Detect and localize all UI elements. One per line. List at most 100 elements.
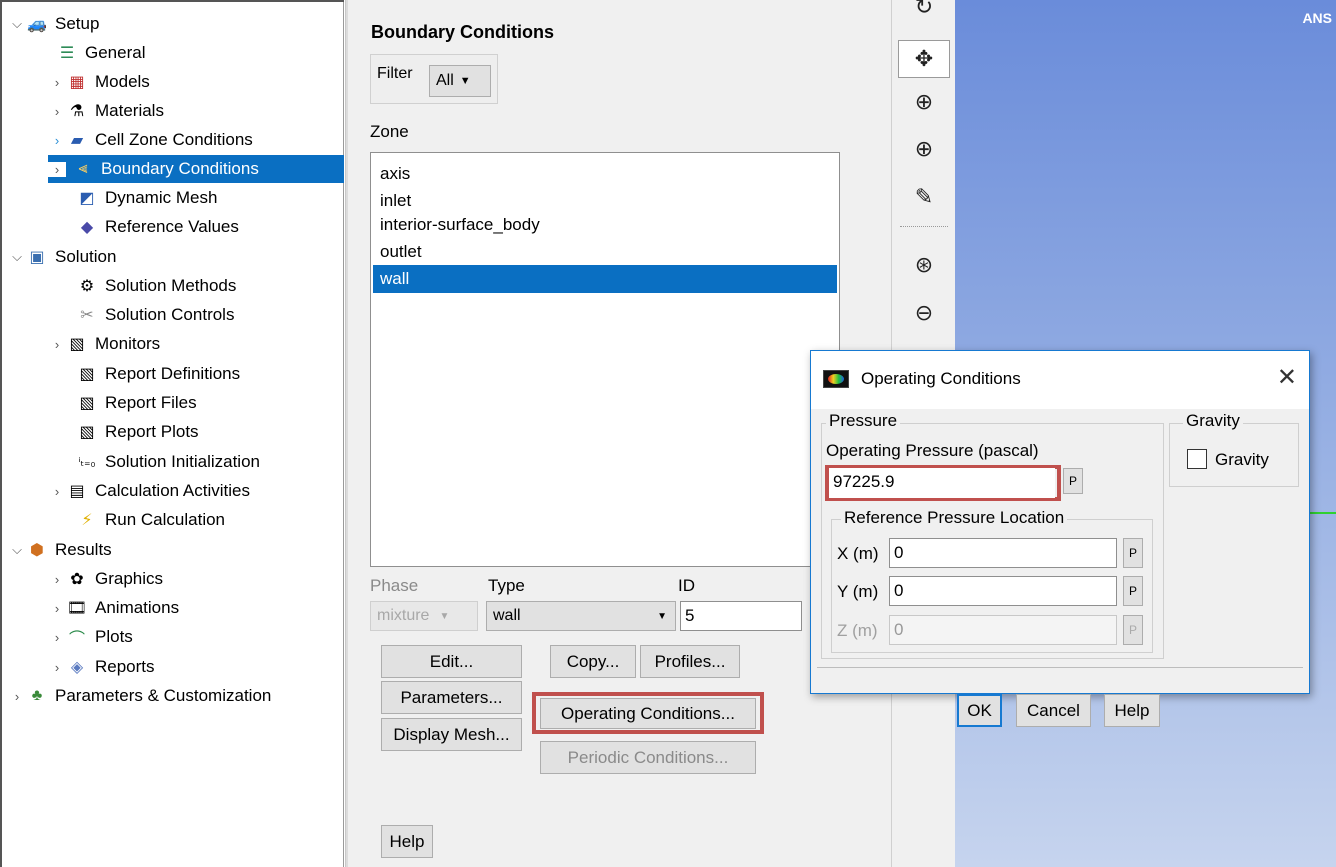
tree-item-solution-methods[interactable]: ⚙ Solution Methods (76, 272, 237, 300)
chevron-right-icon[interactable]: › (48, 133, 66, 148)
solution-icon: ▣ (29, 249, 45, 266)
dialog-title: Operating Conditions (861, 369, 1021, 388)
ok-button[interactable]: OK (957, 694, 1002, 727)
filter-dropdown[interactable]: All ▼ (429, 65, 491, 97)
display-mesh-button[interactable]: Display Mesh... (381, 718, 522, 751)
zoom-fit-icon[interactable]: ⊕ (898, 83, 950, 121)
tree-item-reports[interactable]: › ◈ Reports (48, 653, 155, 681)
zoom-box-icon[interactable]: ⊛ (898, 246, 950, 284)
tree-item-boundary-conditions[interactable]: › ⫷ Boundary Conditions (48, 155, 344, 183)
operating-conditions-button[interactable]: Operating Conditions... (540, 698, 756, 729)
general-icon: ☰ (59, 45, 75, 62)
gravity-checkbox-label[interactable]: Gravity (1215, 450, 1269, 470)
id-label: ID (678, 576, 695, 595)
zone-list[interactable]: axis inlet interior-surface_body outlet … (370, 152, 840, 567)
graphics-icon: ✿ (70, 571, 84, 588)
tree-item-setup[interactable]: ⌵ 🚙 Setup (8, 10, 99, 38)
reference-values-icon: ◆ (80, 219, 94, 236)
pressure-group-label: Pressure (826, 411, 901, 431)
chevron-right-icon[interactable]: › (48, 104, 66, 119)
animations-icon: 🎞 (66, 600, 88, 617)
phase-dropdown[interactable]: mixture ▼ (370, 601, 478, 631)
probe-icon[interactable]: ✎ (898, 178, 950, 216)
boundary-icon: ⫷ (78, 160, 88, 177)
cancel-button[interactable]: Cancel (1016, 694, 1091, 727)
chevron-right-icon[interactable]: › (48, 601, 66, 616)
parameters-button[interactable]: Parameters... (381, 681, 522, 714)
tree-item-solution[interactable]: ⌵ ▣ Solution (8, 243, 116, 271)
zoom-in-icon[interactable]: ⊕ (898, 130, 950, 168)
tree-item-models[interactable]: › ▦ Models (48, 68, 150, 96)
type-label: Type (488, 576, 525, 595)
dynamic-mesh-icon: ◩ (79, 190, 95, 207)
reference-location-label: Reference Pressure Location (841, 508, 1068, 528)
chevron-right-icon[interactable]: › (48, 161, 66, 177)
zone-item-wall[interactable]: wall (373, 265, 837, 293)
y-param-button[interactable]: P (1123, 576, 1143, 606)
filter-group: Filter All ▼ (370, 54, 498, 104)
tree-item-monitors[interactable]: › ▧ Monitors (48, 330, 160, 358)
tree-item-reference-values[interactable]: ◆ Reference Values (76, 213, 239, 241)
zone-item-interior[interactable]: interior-surface_body (373, 211, 837, 239)
y-field[interactable]: 0 (889, 576, 1117, 606)
x-param-button[interactable]: P (1123, 538, 1143, 568)
chevron-right-icon[interactable]: › (48, 660, 66, 675)
chevron-right-icon[interactable]: › (48, 337, 66, 352)
solution-controls-icon: ✂ (80, 307, 94, 324)
operating-pressure-field[interactable]: 97225.9 (829, 468, 1055, 498)
tree-item-report-files[interactable]: ▧ Report Files (76, 389, 196, 417)
x-field[interactable]: 0 (889, 538, 1117, 568)
chevron-right-icon[interactable]: › (48, 630, 66, 645)
tree-item-materials[interactable]: › ⚗ Materials (48, 97, 164, 125)
y-label: Y (m) (837, 582, 879, 601)
tree-item-report-plots[interactable]: ▧ Report Plots (76, 418, 198, 446)
tree-item-solution-initialization[interactable]: ⁱₜ₌₀ Solution Initialization (76, 448, 260, 476)
zoom-out-icon[interactable]: ⊖ (898, 294, 950, 332)
type-dropdown[interactable]: wall ▼ (486, 601, 676, 631)
operating-pressure-param-button[interactable]: P (1063, 468, 1083, 494)
chevron-right-icon[interactable]: › (48, 484, 66, 499)
tree-item-solution-controls[interactable]: ✂ Solution Controls (76, 301, 234, 329)
periodic-conditions-button[interactable]: Periodic Conditions... (540, 741, 756, 774)
dialog-help-button[interactable]: Help (1104, 694, 1160, 727)
chevron-down-icon[interactable]: ⌵ (8, 542, 26, 558)
dropdown-arrow-icon: ▼ (439, 610, 450, 622)
chevron-right-icon[interactable]: › (48, 75, 66, 90)
cell-zone-icon: ▰ (70, 132, 84, 149)
copy-button[interactable]: Copy... (550, 645, 636, 678)
results-icon: ⬢ (30, 542, 44, 559)
tree-item-results[interactable]: ⌵ ⬢ Results (8, 536, 112, 564)
chevron-down-icon[interactable]: ⌵ (8, 16, 26, 32)
operating-pressure-label: Operating Pressure (pascal) (826, 441, 1039, 460)
tree-item-calculation-activities[interactable]: › ▤ Calculation Activities (48, 477, 250, 505)
zone-item-axis[interactable]: axis (373, 160, 837, 188)
edit-button[interactable]: Edit... (381, 645, 522, 678)
tree-item-run-calculation[interactable]: ⚡ Run Calculation (76, 506, 225, 534)
chevron-down-icon[interactable]: ⌵ (8, 249, 26, 265)
tree-item-general[interactable]: ☰ General (56, 39, 146, 67)
chevron-right-icon[interactable]: › (8, 689, 26, 704)
rotate-icon[interactable]: ↻ (898, 0, 950, 22)
tree-item-dynamic-mesh[interactable]: ◩ Dynamic Mesh (76, 184, 217, 212)
outline-tree: ⌵ 🚙 Setup ☰ General › ▦ Models › ⚗ Mater… (0, 0, 344, 867)
chevron-right-icon[interactable]: › (48, 572, 66, 587)
close-icon[interactable]: ✕ (1277, 363, 1297, 392)
zone-item-outlet[interactable]: outlet (373, 238, 837, 266)
dialog-titlebar[interactable]: Operating Conditions ✕ (811, 351, 1309, 409)
tree-divider (343, 2, 344, 867)
z-param-button: P (1123, 615, 1143, 645)
pan-icon[interactable]: ✥ (898, 40, 950, 78)
z-label: Z (m) (837, 621, 878, 640)
gravity-checkbox[interactable] (1187, 449, 1207, 469)
calc-activities-icon: ▤ (69, 483, 85, 500)
id-field[interactable]: 5 (680, 601, 802, 631)
tree-item-animations[interactable]: › 🎞 Animations (48, 594, 179, 622)
tree-item-cell-zone-conditions[interactable]: › ▰ Cell Zone Conditions (48, 126, 253, 154)
tree-item-plots[interactable]: › ⌒ Plots (48, 623, 133, 651)
tree-item-graphics[interactable]: › ✿ Graphics (48, 565, 163, 593)
models-icon: ▦ (69, 74, 85, 91)
help-button[interactable]: Help (381, 825, 433, 858)
profiles-button[interactable]: Profiles... (640, 645, 740, 678)
tree-item-report-definitions[interactable]: ▧ Report Definitions (76, 360, 240, 388)
tree-item-parameters-customization[interactable]: › ♣ Parameters & Customization (8, 682, 272, 710)
